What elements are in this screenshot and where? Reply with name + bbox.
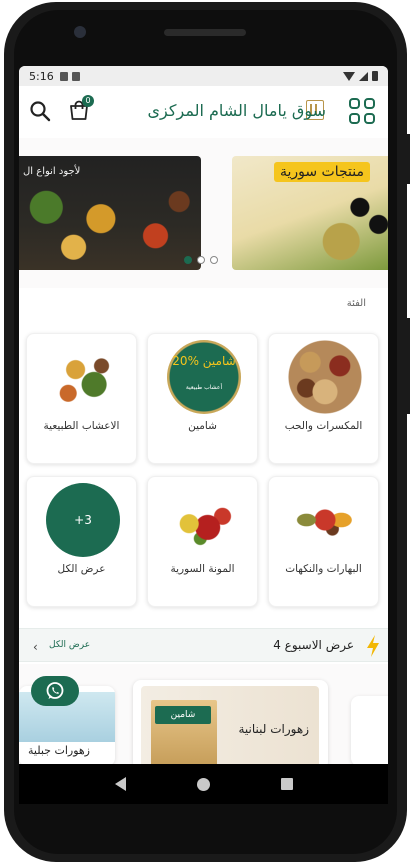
weekly-offers-bar: عرض الاسبوع 4 عرض الكل ‹ bbox=[19, 628, 388, 662]
product-brand: شامين bbox=[155, 706, 211, 724]
status-time: 5:16 bbox=[29, 69, 54, 83]
signal-icon bbox=[359, 71, 368, 81]
categories-grid-icon[interactable] bbox=[349, 98, 377, 126]
more-categories-count: +3 bbox=[46, 483, 120, 557]
category-card-spices[interactable]: البهارات والنكهات bbox=[268, 476, 379, 607]
product-image: شامين زهورات لبنانية bbox=[141, 686, 319, 764]
category-label: عرض الكل bbox=[57, 563, 106, 575]
carousel-dot[interactable] bbox=[197, 256, 205, 264]
notification-icon bbox=[59, 71, 68, 81]
nuts-image bbox=[288, 340, 362, 414]
app-header: 0 سوق يامال الشام المركزى bbox=[19, 86, 388, 138]
recent-apps-icon[interactable] bbox=[280, 778, 293, 790]
back-icon[interactable] bbox=[114, 777, 126, 791]
herbs-image bbox=[46, 340, 120, 414]
power-button bbox=[406, 134, 410, 184]
category-card-herbs[interactable]: الاعشاب الطبيعية bbox=[26, 333, 137, 464]
front-camera bbox=[74, 26, 86, 38]
chevron-left-icon[interactable]: ‹ bbox=[33, 640, 38, 654]
status-bar: 5:16 bbox=[19, 66, 388, 86]
view-all-offers-link[interactable]: عرض الكل bbox=[49, 640, 90, 650]
banner-carousel[interactable]: لأجود انواع ال منتجات سورية bbox=[19, 138, 388, 288]
weekly-offers-title: عرض الاسبوع 4 bbox=[273, 638, 354, 652]
category-card-nuts[interactable]: المكسرات والحب bbox=[268, 333, 379, 464]
pantry-image bbox=[167, 483, 241, 557]
category-label: الاعشاب الطبيعية bbox=[43, 420, 120, 432]
whatsapp-icon bbox=[46, 682, 64, 699]
sd-card-icon bbox=[71, 71, 80, 81]
category-label: المونة السورية bbox=[170, 563, 235, 575]
cart-count-badge: 0 bbox=[82, 95, 94, 107]
banner-syrian-products[interactable]: منتجات سورية bbox=[232, 156, 388, 270]
category-label: البهارات والنكهات bbox=[285, 563, 362, 575]
category-label: المكسرات والحب bbox=[284, 420, 363, 432]
banner-spices-text: لأجود انواع ال bbox=[23, 166, 81, 177]
search-icon[interactable] bbox=[29, 100, 51, 122]
shamin-badge-text: 20% شامين bbox=[172, 354, 236, 368]
earpiece-speaker bbox=[164, 29, 246, 36]
category-label: شامين bbox=[188, 420, 217, 432]
banner-syrian-products-text: منتجات سورية bbox=[273, 162, 370, 182]
carousel-dot[interactable] bbox=[210, 256, 218, 264]
carousel-indicator bbox=[184, 256, 218, 264]
system-nav-bar bbox=[19, 764, 388, 804]
category-card-shamin[interactable]: 20% شامين أعشاب طبيعية شامين bbox=[147, 333, 258, 464]
category-section-label: الفئة bbox=[346, 298, 366, 309]
wifi-icon bbox=[343, 71, 355, 81]
product-card[interactable]: شامين زهورات لبنانية bbox=[133, 680, 328, 764]
volume-button bbox=[406, 318, 410, 414]
product-card[interactable] bbox=[351, 696, 388, 764]
category-card-pantry[interactable]: المونة السورية bbox=[147, 476, 258, 607]
banner-spices[interactable]: لأجود انواع ال bbox=[19, 156, 201, 270]
whatsapp-button[interactable] bbox=[31, 676, 79, 706]
phone-device: 5:16 0 سوق يامال الشام المركزى لأجود انو… bbox=[0, 0, 411, 864]
shamin-badge-subtext: أعشاب طبيعية bbox=[185, 384, 223, 391]
category-card-view-all[interactable]: +3 عرض الكل bbox=[26, 476, 137, 607]
product-title: زهورات جبلية bbox=[28, 744, 90, 757]
battery-icon bbox=[372, 71, 378, 81]
product-title: زهورات لبنانية bbox=[238, 722, 309, 736]
app-screen: 5:16 0 سوق يامال الشام المركزى لأجود انو… bbox=[19, 66, 388, 764]
carousel-dot[interactable] bbox=[184, 256, 192, 264]
spices-image bbox=[288, 483, 362, 557]
offers-products-row: زهورات جبلية شامين زهورات لبنانية bbox=[19, 664, 388, 764]
home-icon[interactable] bbox=[196, 777, 210, 791]
lightning-icon bbox=[367, 635, 379, 657]
shamin-logo: 20% شامين أعشاب طبيعية bbox=[167, 340, 241, 414]
app-title: سوق يامال الشام المركزى bbox=[147, 101, 326, 120]
